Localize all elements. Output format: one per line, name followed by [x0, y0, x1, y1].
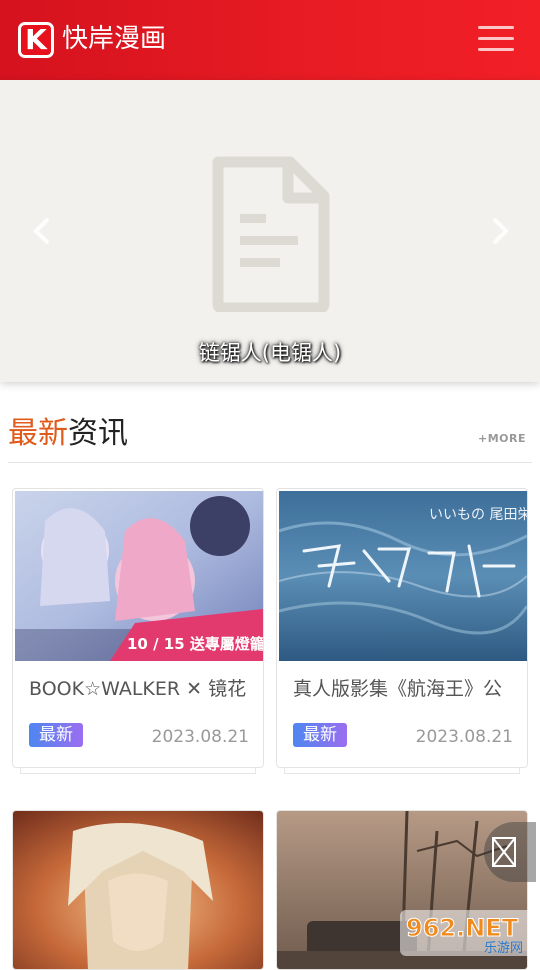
app-logo[interactable]: K	[18, 22, 54, 58]
banner-carousel[interactable]: 链锯人(电锯人)	[0, 80, 540, 382]
section-title: 最新资讯	[8, 414, 128, 454]
news-image-caption: いいもの 尾田栄一郎	[429, 507, 527, 523]
news-badge: 最新	[293, 723, 347, 747]
watermark-text: 962.NET	[406, 914, 519, 942]
news-card[interactable]: 10 / 15 送專屬燈籠 79 折！ BOOK☆WALKER ✕ 镜花 最新 …	[12, 488, 264, 768]
section-title-highlight: 最新	[8, 416, 68, 451]
section-title-rest: 资讯	[68, 416, 128, 451]
chevron-left-icon[interactable]	[32, 218, 52, 244]
app-header: K 快岸漫画	[0, 0, 540, 80]
chevron-right-icon[interactable]	[490, 218, 510, 244]
watermark-subtext: 乐游网	[484, 941, 523, 956]
close-ad-icon	[492, 837, 516, 867]
news-card-title[interactable]: BOOK☆WALKER ✕ 镜花	[29, 675, 251, 703]
watermark-logo: 962.NET 乐游网	[400, 910, 534, 956]
news-date: 2023.08.21	[151, 727, 249, 747]
news-thumbnail[interactable]: 10 / 15 送專屬燈籠 79 折！	[15, 491, 263, 661]
news-badge: 最新	[29, 723, 83, 747]
news-card[interactable]	[12, 810, 264, 970]
section-divider	[8, 462, 532, 463]
news-date: 2023.08.21	[415, 727, 513, 747]
hamburger-menu-icon[interactable]	[478, 24, 514, 54]
news-thumbnail[interactable]: いいもの 尾田栄一郎	[279, 491, 527, 661]
banner-caption[interactable]: 链锯人(电锯人)	[0, 338, 540, 368]
document-icon	[212, 156, 330, 312]
news-image: 10 / 15 送專屬燈籠 79 折！	[15, 491, 263, 661]
app-title: 快岸漫画	[62, 24, 167, 54]
news-card[interactable]: いいもの 尾田栄一郎 真人版影集《航海王》公 最新 2023.08.21	[276, 488, 528, 768]
news-card-title[interactable]: 真人版影集《航海王》公	[293, 675, 515, 703]
close-ad-button[interactable]	[484, 822, 536, 882]
news-image: いいもの 尾田栄一郎	[279, 491, 527, 661]
more-link[interactable]: +MORE	[478, 432, 526, 445]
news-image-caption: 10 / 15 送專屬燈籠 79 折！	[127, 635, 263, 653]
news-image	[13, 811, 263, 969]
news-section-header: 最新资讯 +MORE	[0, 402, 540, 462]
